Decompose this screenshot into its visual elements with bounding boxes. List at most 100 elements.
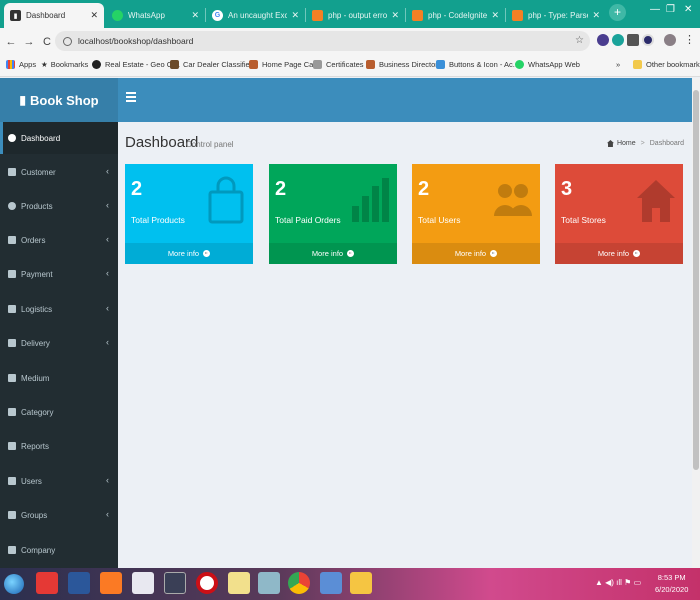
- close-tab-icon[interactable]: ✕: [592, 10, 600, 21]
- back-icon[interactable]: ←: [4, 36, 18, 48]
- file-explorer-icon[interactable]: [350, 572, 372, 594]
- media-player-icon[interactable]: [164, 572, 186, 594]
- sidebar-toggle-icon[interactable]: [126, 92, 136, 102]
- sidebar-item-users[interactable]: Users ‹: [0, 465, 118, 497]
- address-bar[interactable]: localhost/bookshop/dashboard ☆: [55, 31, 590, 51]
- close-tab-icon[interactable]: ✕: [191, 10, 199, 21]
- bookmark-business-directory[interactable]: Business Directory: [366, 60, 442, 69]
- arrow-circle-right-icon: [490, 250, 498, 257]
- chevron-left-icon: ‹: [106, 166, 109, 176]
- whatsapp-icon: [515, 60, 524, 69]
- page-subtitle: Control panel: [186, 140, 234, 149]
- bookmark-apps[interactable]: Apps: [6, 60, 36, 69]
- taskbar-clock[interactable]: 8:53 PM 6/20/2020: [655, 572, 688, 596]
- chevron-left-icon: ‹: [106, 475, 109, 485]
- more-info-link[interactable]: More info: [269, 243, 397, 264]
- app-brand: Book Shop: [30, 92, 99, 108]
- menu-dots-icon[interactable]: ⋮: [684, 33, 695, 46]
- sidebar-item-groups[interactable]: Groups ‹: [0, 499, 118, 531]
- book-icon: ▮: [19, 93, 26, 107]
- stat-label: Total Users: [418, 215, 461, 225]
- sidebar-item-medium[interactable]: Medium: [0, 362, 118, 394]
- bookmark-other-bookmarks[interactable]: Other bookmarks: [633, 60, 700, 69]
- browser-tab-whatsapp[interactable]: WhatsApp ✕: [106, 3, 205, 28]
- bookmark-certificates[interactable]: Certificates: [313, 60, 364, 69]
- screenshot-extension-icon[interactable]: [627, 34, 639, 46]
- star-icon: ★: [41, 60, 48, 69]
- close-tab-icon[interactable]: ✕: [391, 10, 399, 21]
- chevron-left-icon: ‹: [106, 303, 109, 313]
- more-info-link[interactable]: More info: [412, 243, 540, 264]
- restore-icon[interactable]: ❐: [666, 4, 675, 15]
- system-tray[interactable]: ▲ ◀) ıll ⚑ ▭: [595, 578, 641, 587]
- stackoverflow-icon: [312, 10, 323, 21]
- google-icon: G: [212, 10, 223, 21]
- sidebar-item-dashboard[interactable]: Dashboard: [0, 122, 118, 154]
- sidebar-item-company[interactable]: Company: [0, 534, 118, 566]
- more-bookmarks-chevron[interactable]: »: [616, 60, 620, 69]
- opera-icon[interactable]: [196, 572, 218, 594]
- extension-icon[interactable]: [612, 34, 624, 46]
- close-tab-icon[interactable]: ✕: [291, 10, 299, 21]
- stackoverflow-icon: [412, 10, 423, 21]
- whatsapp-icon: [112, 10, 123, 21]
- sidebar-item-delivery[interactable]: Delivery ‹: [0, 327, 118, 359]
- chevron-left-icon: ‹: [106, 337, 109, 347]
- arrow-circle-right-icon: [203, 250, 211, 257]
- address-url[interactable]: localhost/bookshop/dashboard: [78, 36, 193, 46]
- more-info-link[interactable]: More info: [125, 243, 253, 264]
- scrollbar-thumb[interactable]: [693, 90, 699, 470]
- app-icon[interactable]: [132, 572, 154, 594]
- more-info-link[interactable]: More info: [555, 243, 683, 264]
- browser-tab-exception[interactable]: G An uncaught Exception... ✕: [206, 3, 305, 28]
- site-icon: [436, 60, 445, 69]
- sidebar-item-logistics[interactable]: Logistics ‹: [0, 293, 118, 325]
- folder-icon: [633, 60, 642, 69]
- notes-icon[interactable]: [228, 572, 250, 594]
- info-icon[interactable]: [63, 36, 72, 46]
- sidebar-item-customer[interactable]: Customer ‹: [0, 156, 118, 188]
- bookmark-bookmarks[interactable]: ★ Bookmarks: [41, 60, 88, 69]
- page-scrollbar[interactable]: [692, 78, 700, 568]
- sidebar-item-orders[interactable]: Orders ‹: [0, 224, 118, 256]
- new-tab-button[interactable]: +: [609, 4, 626, 21]
- browser-tab-dashboard[interactable]: ▮ Dashboard ✕: [4, 3, 104, 28]
- bookmark-home-page-cars[interactable]: Home Page Cars: [249, 60, 320, 69]
- extension-icon[interactable]: [642, 34, 654, 46]
- reload-icon[interactable]: C: [40, 36, 54, 48]
- stat-box-total-products: 2 Total Products More info: [125, 164, 253, 264]
- breadcrumb-home[interactable]: Home: [617, 140, 636, 147]
- bookmarks-bar: Apps ★ Bookmarks Real Estate - Geo Cl...…: [0, 55, 700, 77]
- profile-avatar[interactable]: [664, 34, 676, 46]
- sidebar-item-payment[interactable]: Payment ‹: [0, 258, 118, 290]
- chrome-icon[interactable]: [288, 572, 310, 594]
- forward-icon[interactable]: →: [22, 36, 36, 48]
- bookmark-whatsapp-web[interactable]: WhatsApp Web: [515, 60, 580, 69]
- bookmark-buttons-icon[interactable]: Buttons & Icon - Ac...: [436, 60, 519, 69]
- delivery-icon: [8, 339, 16, 347]
- minimize-icon[interactable]: —: [650, 4, 660, 15]
- windows-start-button[interactable]: [4, 574, 24, 594]
- close-window-icon[interactable]: ✕: [684, 4, 692, 15]
- sidebar-item-category[interactable]: Category: [0, 396, 118, 428]
- browser-tab-php-codeigniter[interactable]: php - CodeIgniter - Fo... ✕: [406, 3, 505, 28]
- close-tab-icon[interactable]: ✕: [491, 10, 499, 21]
- browser-tab-php-output[interactable]: php - output error uses... ✕: [306, 3, 405, 28]
- word-icon[interactable]: [68, 572, 90, 594]
- bookmark-star-icon[interactable]: ☆: [575, 35, 584, 46]
- stat-label: Total Products: [131, 215, 185, 225]
- extension-icon[interactable]: [597, 34, 609, 46]
- close-tab-icon[interactable]: ✕: [90, 10, 98, 21]
- browser-tab-php-parseerror[interactable]: php - Type: ParseError i... ✕: [506, 3, 606, 28]
- sidebar-item-reports[interactable]: Reports: [0, 430, 118, 462]
- users-icon: [8, 477, 16, 485]
- sidebar-item-products[interactable]: Products ‹: [0, 190, 118, 222]
- anydesk-icon[interactable]: [36, 572, 58, 594]
- bookmark-car-dealer[interactable]: Car Dealer Classifie...: [170, 60, 256, 69]
- stackoverflow-icon: [512, 10, 523, 21]
- xampp-icon[interactable]: [100, 572, 122, 594]
- app-logo[interactable]: ▮ Book Shop: [0, 78, 118, 122]
- virtualbox-icon[interactable]: [320, 572, 342, 594]
- bookmark-real-estate[interactable]: Real Estate - Geo Cl...: [92, 60, 180, 69]
- app-icon[interactable]: [258, 572, 280, 594]
